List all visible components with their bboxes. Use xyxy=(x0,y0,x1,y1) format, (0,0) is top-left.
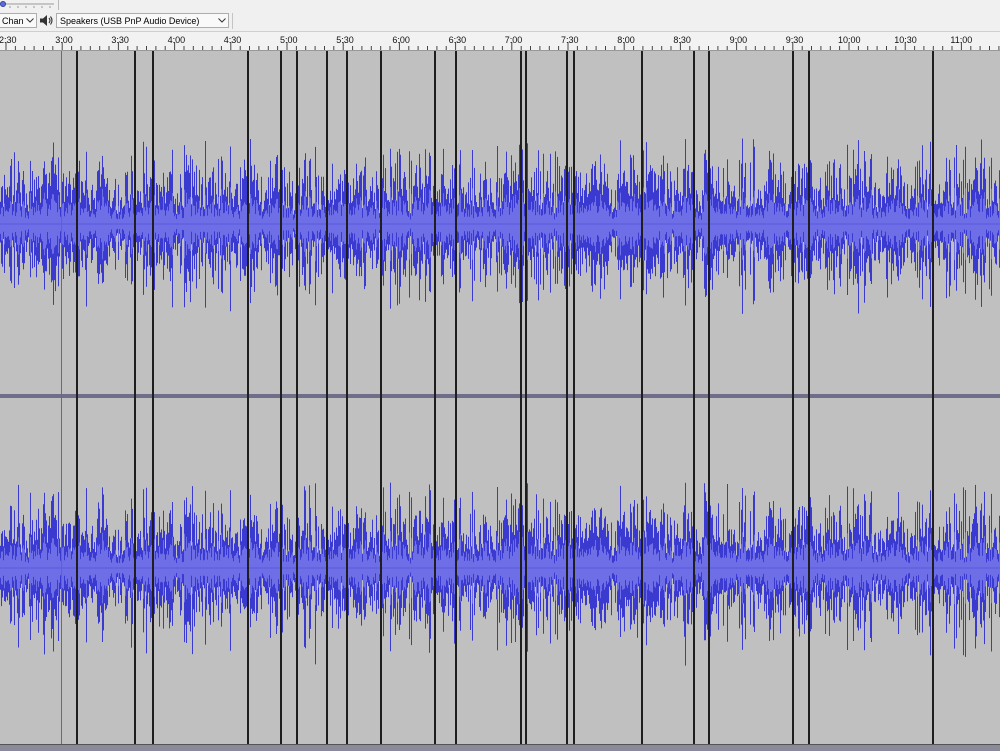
clip-boundary[interactable] xyxy=(566,51,568,744)
timeline-label: 3:00 xyxy=(55,35,73,45)
timeline-label: 5:00 xyxy=(280,35,298,45)
toolbar-divider xyxy=(232,13,233,29)
timeline-label: 10:30 xyxy=(894,35,917,45)
timeline-label: 11:00 xyxy=(950,35,973,45)
timeline-label: 7:30 xyxy=(561,35,579,45)
clip-boundary[interactable] xyxy=(792,51,794,744)
clip-boundary[interactable] xyxy=(152,51,154,744)
speaker-icon xyxy=(40,15,53,26)
clip-boundary[interactable] xyxy=(434,51,436,744)
right-channel-waveform xyxy=(0,482,1000,666)
clip-boundary[interactable] xyxy=(134,51,136,744)
clip-boundary[interactable] xyxy=(76,51,78,744)
audio-track[interactable] xyxy=(0,51,1000,744)
clip-boundary[interactable] xyxy=(346,51,348,744)
playback-device-select[interactable]: Speakers (USB PnP Audio Device) xyxy=(56,13,229,28)
clip-boundary[interactable] xyxy=(380,51,382,744)
clip-boundary[interactable] xyxy=(326,51,328,744)
left-channel[interactable] xyxy=(0,51,1000,394)
toolbar-divider xyxy=(58,0,59,10)
playback-device-value: Speakers (USB PnP Audio Device) xyxy=(60,15,200,26)
clip-boundary[interactable] xyxy=(247,51,249,744)
clip-boundary[interactable] xyxy=(641,51,643,744)
clip-boundary[interactable] xyxy=(455,51,457,744)
right-channel[interactable] xyxy=(0,398,1000,744)
playback-meter-slider[interactable] xyxy=(0,0,60,10)
left-channel-waveform xyxy=(0,138,1000,314)
timeline-label: 7:00 xyxy=(504,35,523,45)
timeline-ruler[interactable]: 2:30 3:00 3:30 4:00 4:30 5:00 5:30 6:00 6:30 7:00… xyxy=(0,32,1000,51)
timeline-label: 9:30 xyxy=(785,35,804,45)
timeline-label: 10:00 xyxy=(838,35,861,45)
timeline-label: 6:30 xyxy=(448,35,467,45)
chevron-down-icon xyxy=(216,14,228,27)
device-toolbar: Chann Speakers (USB PnP Audio Device) xyxy=(0,11,1000,32)
clip-boundary[interactable] xyxy=(573,51,575,744)
timeline-label: 4:30 xyxy=(223,35,242,45)
timeline-label: 8:00 xyxy=(617,35,635,45)
timeline-label: 6:00 xyxy=(392,35,410,45)
clip-boundary[interactable] xyxy=(808,51,810,744)
timeline-label: 5:30 xyxy=(336,35,354,45)
recording-channels-select[interactable]: Chann xyxy=(0,13,37,28)
clip-boundary[interactable] xyxy=(520,51,522,744)
clip-boundary[interactable] xyxy=(280,51,282,744)
slider-thumb-icon xyxy=(0,1,6,7)
timeline-label: 3:30 xyxy=(111,35,129,45)
clip-boundary[interactable] xyxy=(525,51,527,744)
timeline-label: 9:00 xyxy=(729,35,748,45)
clip-boundary[interactable] xyxy=(708,51,710,744)
recording-channels-value: Chann xyxy=(2,15,24,26)
clip-boundary[interactable] xyxy=(296,51,298,744)
clip-boundary[interactable] xyxy=(693,51,695,744)
timeline-label: 8:30 xyxy=(673,35,691,45)
playhead-cursor[interactable] xyxy=(61,51,62,744)
timeline-label: 4:00 xyxy=(167,35,186,45)
chevron-down-icon xyxy=(24,14,36,27)
timeline-label: 2:30 xyxy=(0,35,17,45)
clip-boundary[interactable] xyxy=(932,51,934,744)
